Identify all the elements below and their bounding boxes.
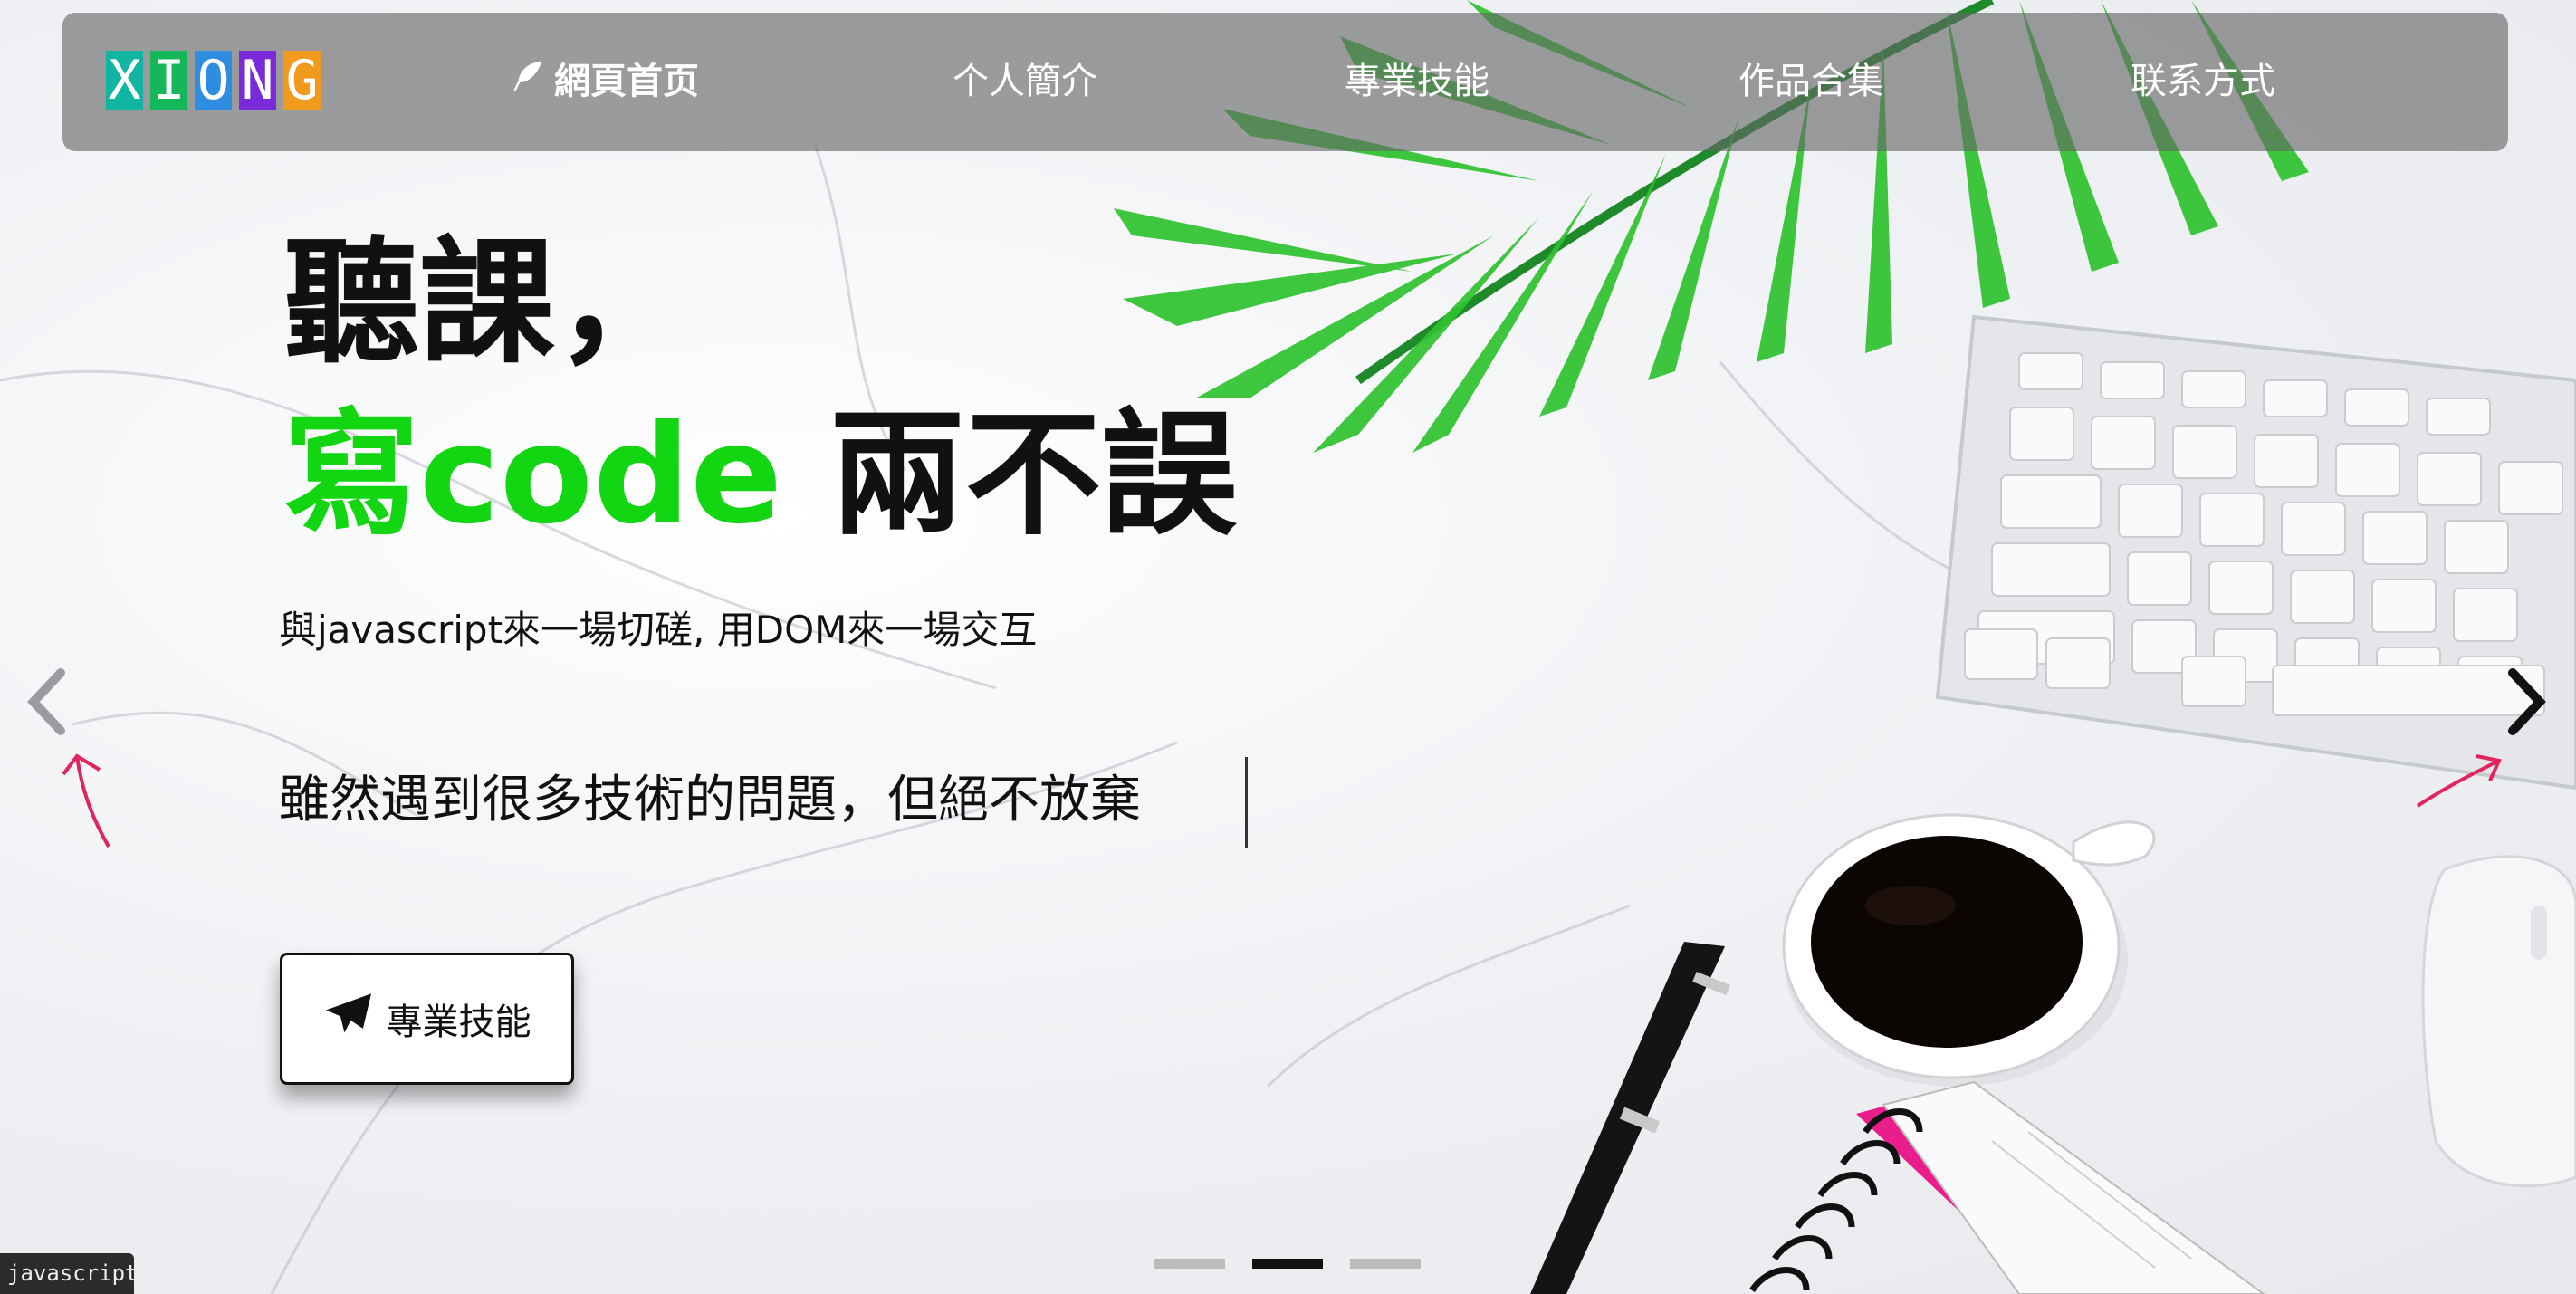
nav-item-about[interactable]: 个人簡介 [953,13,1097,151]
browser-status-bar: javascript:; [0,1253,164,1294]
chevron-right-icon [2508,668,2546,735]
cta-label: 專業技能 [386,1002,531,1043]
paper-plane-icon [323,992,374,1046]
carousel-indicator[interactable] [1350,1259,1421,1269]
nav-item-label: 專業技能 [1345,61,1489,102]
chevron-left-icon [27,668,65,735]
carousel-prev-button[interactable] [20,666,74,738]
typing-caret [1245,757,1248,848]
hero-highlight: 寫code [283,397,783,554]
nav-item-contact[interactable]: 联系方式 [2131,13,2275,151]
hero-heading-line2: 寫code 兩不誤 [283,398,1237,552]
carousel-indicator[interactable] [1252,1259,1323,1269]
coffee-cup-illustration [1782,813,2156,1087]
notebook-illustration [1749,1080,2265,1294]
top-navbar: XIONG 網頁首页 个人簡介 專業技能 作品合集 联系方式 [62,13,2508,151]
carousel-indicators [1154,1259,1448,1269]
hero-heading-rest: 兩不誤 [782,397,1238,554]
site-logo[interactable]: XIONG [106,51,328,110]
nav-item-home[interactable]: 網頁首页 [509,13,699,151]
carousel-indicator[interactable] [1154,1259,1225,1269]
nav-item-portfolio[interactable]: 作品合集 [1738,13,1883,151]
logo-letter: X [106,51,143,110]
nav-item-label: 作品合集 [1738,61,1883,102]
logo-letter: G [283,51,321,110]
typewriter-text: 雖然遇到很多技術的問題，但絕不放棄 [279,771,1141,829]
keyboard-illustration [1935,314,2576,791]
logo-letter: I [150,51,187,110]
mouse-illustration [2421,855,2576,1188]
pen-illustration [1530,942,1730,1294]
carousel-next-button[interactable] [2499,666,2553,738]
nav-item-label: 个人簡介 [953,61,1097,102]
skills-cta-button[interactable]: 專業技能 [280,953,574,1085]
nav-item-skills[interactable]: 專業技能 [1345,13,1489,151]
logo-letter: O [195,51,232,110]
logo-letter: N [239,51,276,110]
feather-icon [509,14,547,153]
nav-item-label: 網頁首页 [554,61,699,102]
hero-heading-line1: 聽課， [283,225,692,382]
hero-subtitle: 與javascript來一場切磋, 用DOM來一場交互 [279,608,1038,652]
nav-item-label: 联系方式 [2131,61,2275,102]
